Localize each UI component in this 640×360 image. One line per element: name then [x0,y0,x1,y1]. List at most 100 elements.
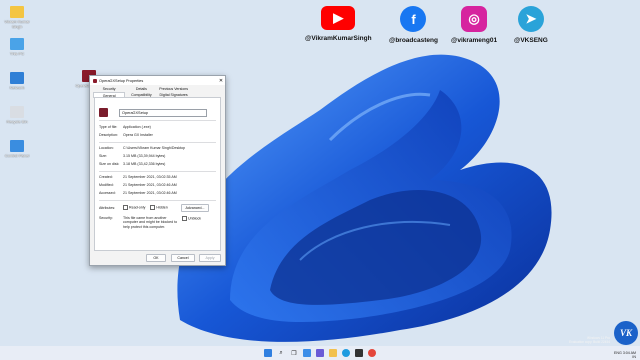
tab-details[interactable]: Details [125,86,157,91]
desktop-icon-label: Control Panel [4,153,30,158]
label-security: Security: [99,216,113,220]
social-handle: @broadcasteng [389,37,438,44]
unblock-checkbox[interactable]: Unblock [182,216,201,229]
row-accessed: Accessed: 21 September 2021, 03:02:46 AM [99,191,214,195]
row-modified: Modified: 21 September 2021, 03:02:46 AM [99,183,214,187]
desktop-icon-label: Network [9,85,25,90]
app-file-icon [99,108,108,117]
properties-dialog: OperaGXSetup Properties ✕ Security Detai… [89,75,226,266]
row-description: Description: Opera GX Installer [99,133,214,137]
label-type: Type of file: [99,125,118,129]
social-handle: @VikramKumarSingh [305,35,372,42]
desktop-icon-label: Vikram Kumar Singh [4,19,30,29]
instagram-icon: ◎ [461,6,488,32]
label-size: Size: [99,154,107,158]
search-icon[interactable]: ⌕ [277,349,285,357]
telegram-icon: ➤ [517,6,544,32]
desktop: Vikram Kumar Singh This PC Network Recyc… [0,0,640,360]
label-attributes: Attributes: [99,205,116,210]
general-pane: OperaGXSetup Type of file: Application (… [94,97,221,251]
language-indicator: ENG [614,351,622,355]
label-created: Created: [99,175,113,179]
ok-button[interactable]: OK [146,254,166,262]
label-modified: Modified: [99,183,114,187]
close-icon[interactable]: ✕ [217,78,225,84]
row-type: Type of file: Application (.exe) [99,125,214,129]
checkbox-box [150,205,156,210]
social-facebook: f @broadcasteng [389,6,438,44]
row-size: Size: 3.15 MB (33,39,944 bytes) [99,154,214,158]
label-size-on-disk: Size on disk: [99,162,120,166]
chrome-icon[interactable] [368,349,376,357]
row-location: Location: C:\Users\Vikram Kumar Singh\De… [99,146,214,150]
label-location: Location: [99,146,114,150]
desktop-icon-recycle-bin[interactable]: Recycle Bin [2,106,32,124]
value-type: Application (.exe) [123,125,151,129]
recycle-bin-icon [10,106,24,118]
readonly-checkbox[interactable]: Read-only [123,205,145,210]
social-youtube: ▶ @VikramKumarSingh [305,6,372,42]
desktop-icon-control-panel[interactable]: Control Panel [2,140,32,158]
desktop-icon-label: Recycle Bin [6,119,28,124]
tab-security[interactable]: Security [93,86,125,91]
value-size-on-disk: 3.18 MB (33,42,336 bytes) [123,162,166,166]
unblock-label: Unblock [188,216,201,221]
value-description: Opera GX Installer [123,133,153,137]
value-modified: 21 September 2021, 03:02:46 AM [123,183,177,187]
windows-start-icon[interactable] [264,349,272,357]
label-accessed: Accessed: [99,191,116,195]
apply-button[interactable]: Apply [199,254,221,262]
chat-icon[interactable] [316,349,324,357]
desktop-icon-user-folder[interactable]: Vikram Kumar Singh [2,6,32,29]
region-indicator: IN [632,355,636,359]
store-icon[interactable] [355,349,363,357]
file-explorer-icon[interactable] [329,349,337,357]
value-size: 3.15 MB (33,39,944 bytes) [123,154,166,158]
network-icon [10,72,24,84]
file-name-input[interactable]: OperaGXSetup [119,109,207,117]
tab-spacer [190,86,222,91]
value-security: This file came from another computer and… [123,216,178,229]
checkbox-box [123,205,128,210]
desktop-icon-this-pc[interactable]: This PC [2,38,32,56]
task-view-icon[interactable]: ❐ [290,349,298,357]
tabs-row-1: Security Details Previous Versions [90,85,225,91]
row-created: Created: 21 September 2021, 03:02:35 AM [99,175,214,179]
control-panel-icon [10,140,24,152]
edge-icon[interactable] [342,349,350,357]
folder-icon [10,6,24,18]
tab-previous-versions[interactable]: Previous Versions [158,86,190,91]
row-security: Security: This file came from another co… [99,216,214,229]
watermark-line-2: Evaluation copy. Build 22454 [569,340,610,344]
divider [99,142,216,143]
widgets-icon[interactable] [303,349,311,357]
dialog-title: OperaGXSetup Properties [99,78,144,83]
facebook-icon: f [400,6,427,32]
social-telegram: ➤ @VKSENG [514,6,548,44]
computer-icon [10,38,24,50]
readonly-label: Read-only [129,205,146,210]
advanced-button[interactable]: Advanced... [181,204,209,212]
row-size-on-disk: Size on disk: 3.18 MB (33,42,336 bytes) [99,162,214,166]
social-handle: @vikrameng01 [451,37,498,44]
opera-gx-icon [93,78,97,83]
label-description: Description: [99,133,118,137]
youtube-icon: ▶ [321,6,356,30]
checkbox-box [182,216,187,221]
divider [99,120,216,121]
desktop-icon-label: This PC [9,51,25,56]
system-tray[interactable]: ENG 3:04 AM IN [614,351,636,359]
hidden-checkbox[interactable]: Hidden [150,205,168,210]
social-instagram: ◎ @vikrameng01 [451,6,497,44]
channel-logo: VK [614,321,638,345]
desktop-icon-network[interactable]: Network [2,72,32,90]
divider [99,171,216,172]
value-location: C:\Users\Vikram Kumar Singh\Desktop [123,146,186,150]
taskbar: ⌕ ❐ ENG 3:04 AM IN [0,346,640,360]
dialog-titlebar[interactable]: OperaGXSetup Properties ✕ [90,76,225,85]
value-created: 21 September 2021, 03:02:35 AM [123,175,177,179]
divider [99,200,216,201]
windows-watermark: Windows 11 Pro Evaluation copy. Build 22… [569,336,610,344]
cancel-button[interactable]: Cancel [171,254,195,262]
social-handle: @VKSENG [514,37,548,44]
